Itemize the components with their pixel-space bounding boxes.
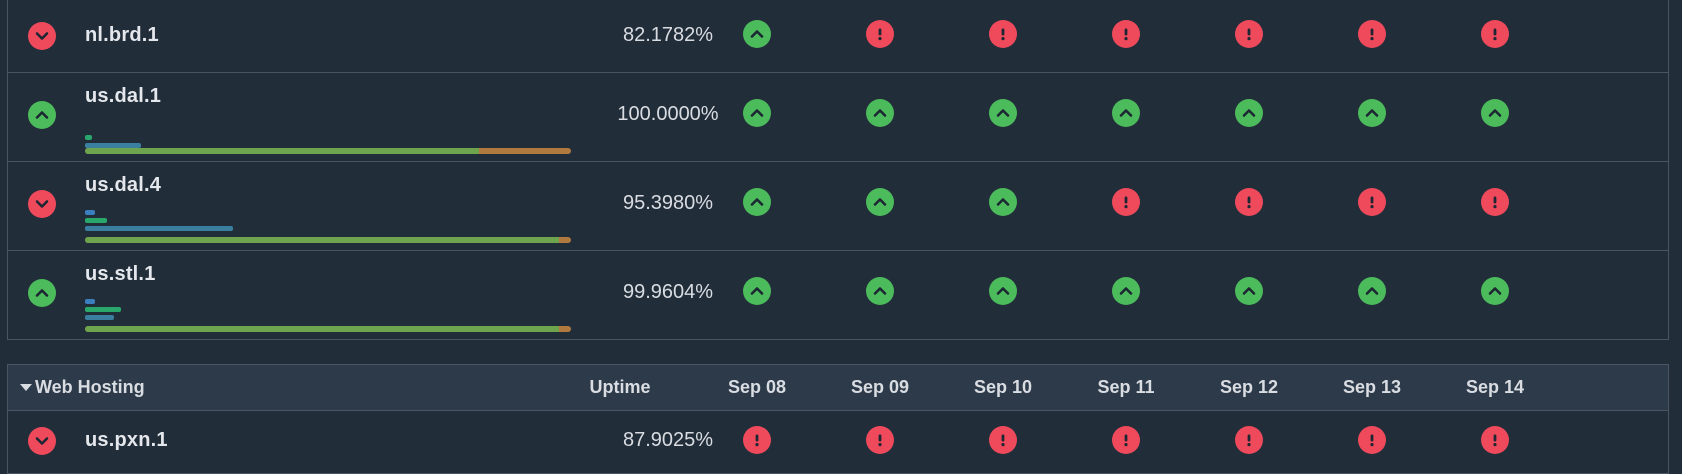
day-up-icon[interactable] bbox=[1358, 277, 1386, 305]
day-alert-icon[interactable] bbox=[1112, 188, 1140, 216]
day-alert-icon[interactable] bbox=[1235, 188, 1263, 216]
day-alert-icon[interactable] bbox=[1112, 20, 1140, 48]
availability-track bbox=[85, 237, 571, 243]
day-up-icon[interactable] bbox=[743, 20, 771, 48]
table-row[interactable]: us.pxn.1 87.9025% bbox=[8, 411, 1668, 473]
day-up-icon[interactable] bbox=[989, 99, 1017, 127]
availability-track bbox=[85, 148, 571, 154]
timing-bar bbox=[85, 226, 233, 231]
uptime-value: 99.9604% bbox=[622, 281, 714, 303]
timing-bar bbox=[85, 218, 107, 223]
timing-bar bbox=[85, 315, 114, 320]
availability-fill bbox=[85, 326, 559, 332]
day-alert-icon[interactable] bbox=[866, 20, 894, 48]
day-up-icon[interactable] bbox=[989, 188, 1017, 216]
day-up-icon[interactable] bbox=[866, 277, 894, 305]
uptime-value: 82.1782% bbox=[622, 24, 714, 46]
server-name[interactable]: us.dal.4 bbox=[85, 174, 161, 197]
day-header: Sep 14 bbox=[1465, 377, 1525, 397]
day-up-icon[interactable] bbox=[866, 99, 894, 127]
day-up-icon[interactable] bbox=[866, 188, 894, 216]
group-label: Web Hosting bbox=[35, 377, 145, 397]
timing-bar bbox=[85, 299, 95, 304]
day-up-icon[interactable] bbox=[1235, 99, 1263, 127]
day-alert-icon[interactable] bbox=[1112, 426, 1140, 454]
status-up-icon bbox=[28, 279, 56, 307]
day-up-icon[interactable] bbox=[1112, 99, 1140, 127]
availability-fill bbox=[85, 237, 559, 243]
uptime-value: 87.9025% bbox=[622, 429, 714, 451]
uptime-value: 100.0000% bbox=[617, 103, 719, 125]
day-header: Sep 13 bbox=[1342, 377, 1402, 397]
day-header: Sep 11 bbox=[1097, 377, 1155, 397]
availability-track bbox=[85, 326, 571, 332]
day-up-icon[interactable] bbox=[989, 277, 1017, 305]
day-up-icon[interactable] bbox=[743, 99, 771, 127]
day-up-icon[interactable] bbox=[1358, 99, 1386, 127]
day-up-icon[interactable] bbox=[743, 188, 771, 216]
table-row[interactable]: us.dal.4 95.3980% bbox=[8, 162, 1668, 251]
day-alert-icon[interactable] bbox=[1481, 188, 1509, 216]
timing-bar bbox=[85, 307, 121, 312]
day-up-icon[interactable] bbox=[743, 277, 771, 305]
table-row[interactable]: us.stl.1 99.9604% bbox=[8, 251, 1668, 340]
table-header: Web Hosting Uptime Sep 08 Sep 09 Sep 10 Sep… bbox=[8, 365, 1668, 411]
day-header: Sep 09 bbox=[850, 377, 910, 397]
server-name[interactable]: us.pxn.1 bbox=[85, 429, 168, 452]
status-up-icon bbox=[28, 101, 56, 129]
server-name[interactable]: us.stl.1 bbox=[85, 263, 156, 286]
status-down-icon bbox=[28, 190, 56, 218]
day-alert-icon[interactable] bbox=[1358, 20, 1386, 48]
day-alert-icon[interactable] bbox=[1481, 426, 1509, 454]
server-status-panel: nl.brd.1 82.1782% us.dal.1 100.0000% us.dal.… bbox=[7, 0, 1669, 340]
day-up-icon[interactable] bbox=[1481, 277, 1509, 305]
day-header: Sep 08 bbox=[727, 377, 787, 397]
day-alert-icon[interactable] bbox=[1235, 426, 1263, 454]
timing-bar bbox=[85, 135, 92, 140]
day-alert-icon[interactable] bbox=[1481, 20, 1509, 48]
web-hosting-panel: Web Hosting Uptime Sep 08 Sep 09 Sep 10 Sep… bbox=[7, 364, 1669, 474]
timing-bar bbox=[85, 210, 95, 215]
table-row[interactable]: nl.brd.1 82.1782% bbox=[8, 0, 1668, 73]
server-name[interactable]: us.dal.1 bbox=[85, 85, 161, 108]
day-alert-icon[interactable] bbox=[743, 426, 771, 454]
server-name[interactable]: nl.brd.1 bbox=[85, 24, 159, 47]
table-row[interactable]: us.dal.1 100.0000% bbox=[8, 73, 1668, 162]
day-up-icon[interactable] bbox=[1235, 277, 1263, 305]
day-alert-icon[interactable] bbox=[1235, 20, 1263, 48]
day-up-icon[interactable] bbox=[1112, 277, 1140, 305]
availability-fill bbox=[85, 148, 479, 154]
day-alert-icon[interactable] bbox=[989, 426, 1017, 454]
day-alert-icon[interactable] bbox=[989, 20, 1017, 48]
day-alert-icon[interactable] bbox=[1358, 426, 1386, 454]
day-header: Sep 10 bbox=[973, 377, 1033, 397]
status-down-icon bbox=[28, 427, 56, 455]
caret-down-icon bbox=[20, 384, 32, 391]
day-alert-icon[interactable] bbox=[1358, 188, 1386, 216]
day-alert-icon[interactable] bbox=[866, 426, 894, 454]
uptime-header: Uptime bbox=[589, 377, 651, 397]
day-up-icon[interactable] bbox=[1481, 99, 1509, 127]
status-down-icon bbox=[28, 22, 56, 50]
day-header: Sep 12 bbox=[1219, 377, 1279, 397]
uptime-value: 95.3980% bbox=[622, 192, 714, 214]
group-toggle-web-hosting[interactable]: Web Hosting bbox=[20, 377, 145, 398]
